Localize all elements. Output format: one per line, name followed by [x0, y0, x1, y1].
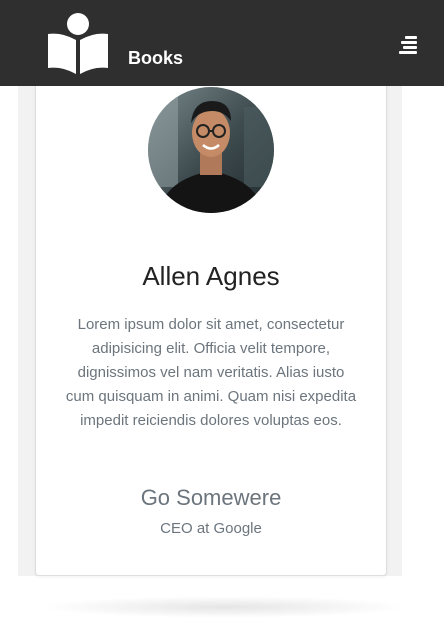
profile-name: Allen Agnes — [142, 261, 280, 291]
bottom-shadow — [40, 596, 410, 618]
avatar-photo — [148, 87, 274, 213]
go-somewhere-link[interactable]: Go Somewere — [36, 485, 386, 511]
hamburger-menu-icon[interactable] — [397, 34, 417, 54]
avatar — [148, 87, 274, 213]
brand-name[interactable]: Books — [128, 48, 183, 69]
profile-card: Allen Agnes Lorem ipsum dolor sit amet, … — [35, 60, 387, 576]
book-reader-icon[interactable] — [46, 12, 110, 74]
profile-bio: Lorem ipsum dolor sit amet, consectetur … — [65, 316, 357, 429]
profile-role: CEO at Google — [160, 520, 262, 537]
top-navbar: Books — [0, 0, 444, 86]
